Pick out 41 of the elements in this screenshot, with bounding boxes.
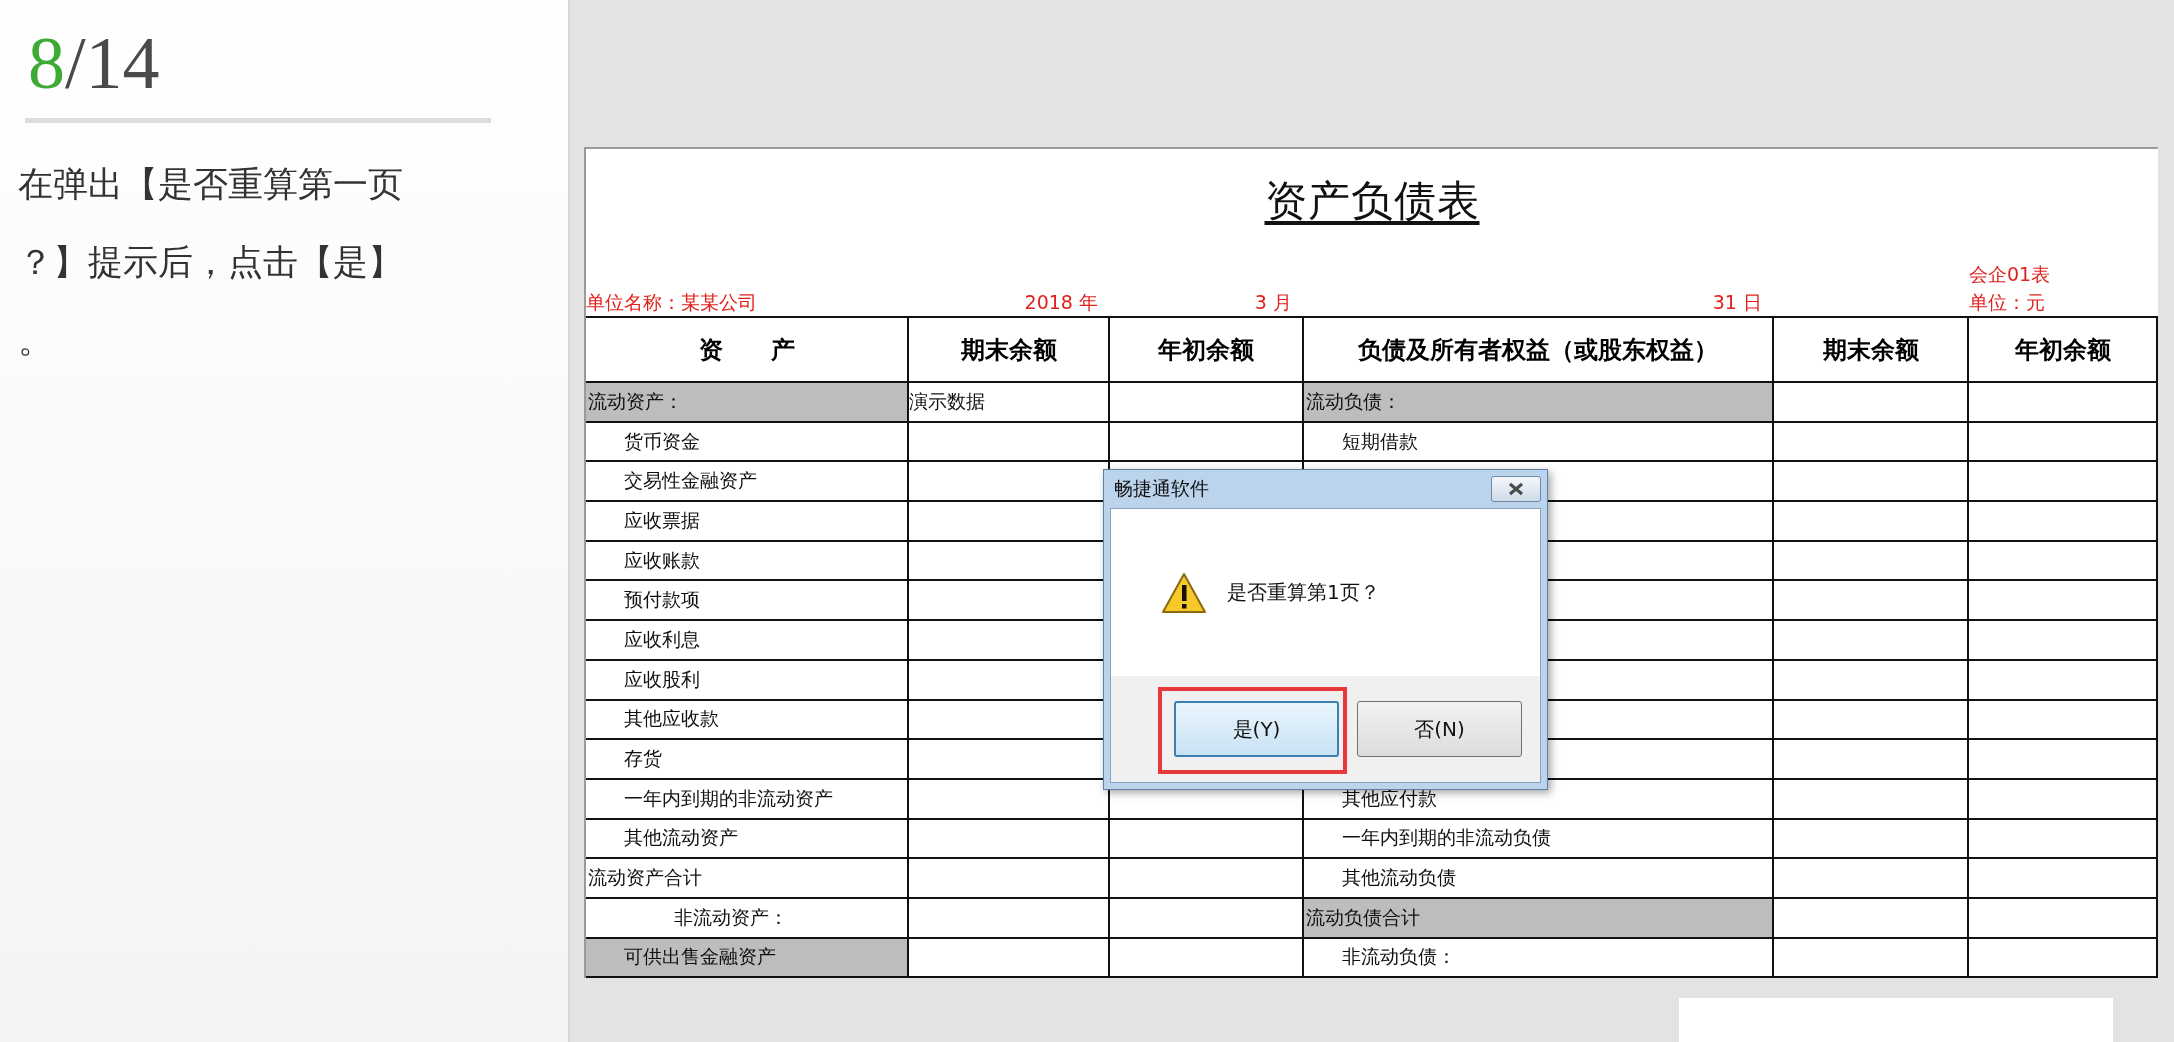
table-cell: 流动资产合计: [586, 859, 909, 899]
table-cell: 其他流动资产: [586, 819, 909, 860]
table-cell: 应收票据: [586, 502, 909, 542]
table-cell: 流动负债：: [1304, 383, 1774, 423]
report-month: 3 月: [1254, 291, 1292, 313]
column-header: 期末余额: [909, 318, 1110, 383]
table-cell: 流动资产：: [586, 383, 909, 423]
company-name: 单位名称：某某公司: [586, 290, 758, 315]
column-header: 期末余额: [1774, 318, 1969, 383]
table-cell: 应收股利: [586, 660, 909, 701]
instruction-text: 在弹出【是否重算第一页？】提示后，点击【是】。: [18, 163, 404, 362]
page-number: 8: [28, 26, 65, 100]
table-cell: 短期借款: [1304, 422, 1774, 463]
table-cell: 其他应收款: [586, 700, 909, 741]
unit-label: 单位：元: [1969, 290, 2046, 315]
form-code: 会企01表: [1969, 262, 2052, 287]
warning-icon: [1161, 571, 1207, 614]
table-cell: 存货: [586, 740, 909, 780]
report-year: 2018 年: [1024, 291, 1098, 313]
report-day: 31 日: [1712, 291, 1762, 313]
dialog-button[interactable]: 是(Y): [1174, 701, 1339, 757]
table-cell: 预付款项: [586, 581, 909, 622]
table-cell: 应收账款: [586, 541, 909, 582]
close-icon: [1507, 482, 1525, 496]
table-cell: 交易性金融资产: [586, 462, 909, 503]
table-cell: 一年内到期的非流动负债: [1304, 819, 1774, 860]
dialog-title: 畅捷通软件: [1114, 476, 1209, 501]
sheet-title: 资产负债表: [1264, 175, 1480, 227]
column-header: 年初余额: [1110, 318, 1304, 383]
table-cell: 一年内到期的非流动资产: [586, 779, 909, 820]
table-cell: 非流动负债：: [1304, 938, 1774, 979]
table-cell: 应收利息: [586, 621, 909, 661]
close-button[interactable]: [1491, 476, 1541, 502]
dialog-button[interactable]: 否(N): [1357, 701, 1522, 757]
page-total: /14: [65, 26, 160, 100]
column-header: 年初余额: [1969, 318, 2158, 383]
table-cell: 流动负债合计: [1304, 898, 1774, 939]
demo-label: 演示数据: [909, 383, 1110, 423]
table-cell: 货币资金: [586, 422, 909, 463]
table-cell: 可供出售金融资产: [586, 938, 909, 979]
dialog-message: 是否重算第1页？: [1227, 579, 1380, 606]
